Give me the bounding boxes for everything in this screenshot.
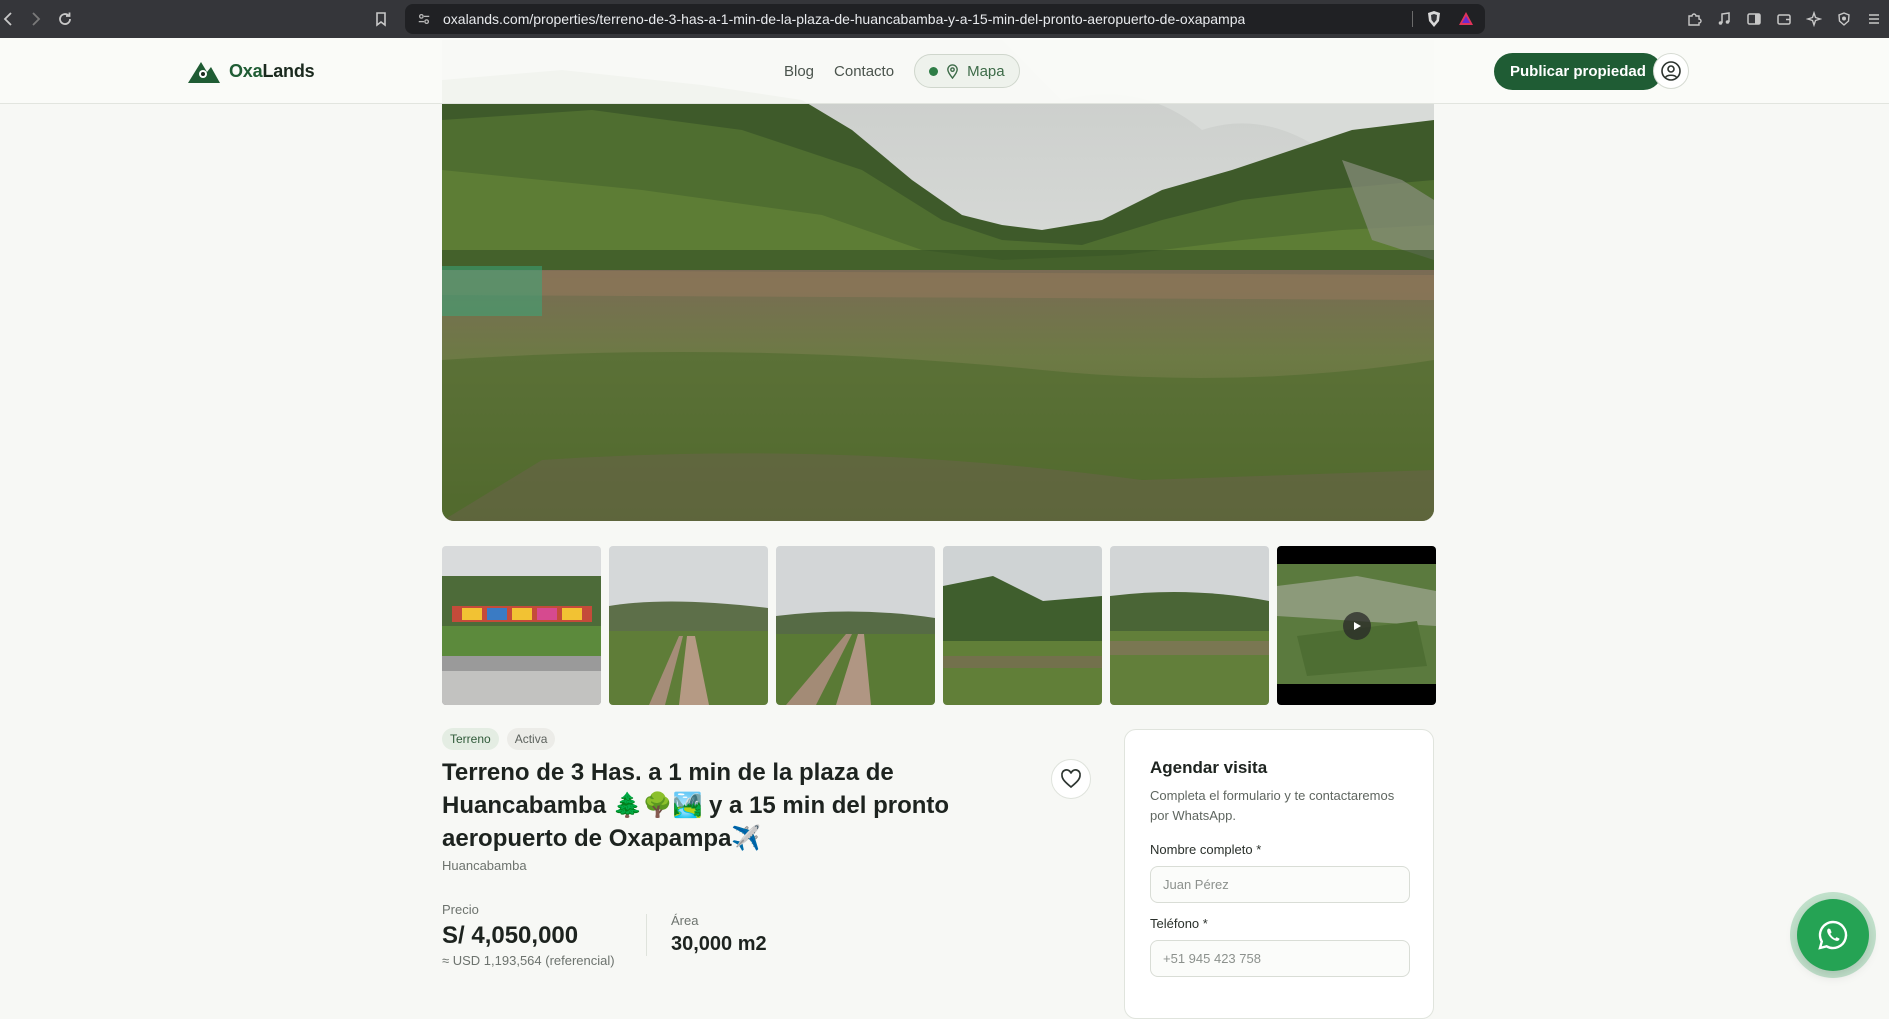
name-field-label: Nombre completo *: [1150, 842, 1262, 857]
phone-field-label: Teléfono *: [1150, 916, 1208, 931]
mountain-logo-icon: [188, 62, 220, 83]
brave-rewards-icon[interactable]: [1457, 10, 1475, 28]
heart-icon: [1061, 769, 1081, 789]
account-button[interactable]: [1653, 53, 1689, 89]
price-usd: ≈ USD 1,193,564 (referencial): [442, 953, 615, 968]
main-nav: Blog Contacto Mapa: [784, 54, 1020, 88]
map-button[interactable]: Mapa: [914, 54, 1020, 88]
divider: [646, 914, 647, 956]
address-bar[interactable]: oxalands.com/properties/terreno-de-3-has…: [405, 4, 1485, 34]
property-title: Terreno de 3 Has. a 1 min de la plaza de…: [442, 759, 950, 852]
play-icon[interactable]: [1343, 612, 1371, 640]
visit-form-title: Agendar visita: [1150, 758, 1268, 777]
nav-contact-link[interactable]: Contacto: [834, 63, 894, 80]
thumbnail-video[interactable]: [1277, 546, 1436, 705]
bookmark-icon[interactable]: [366, 4, 396, 34]
hero-photo[interactable]: [442, 40, 1434, 521]
forward-icon[interactable]: [20, 4, 50, 34]
thumbnail-5[interactable]: [1110, 546, 1269, 705]
map-button-label: Mapa: [967, 62, 1005, 80]
extensions-icon[interactable]: [1679, 4, 1709, 34]
site-info-icon[interactable]: [409, 4, 439, 34]
logo-text: OxaLands: [229, 60, 315, 81]
browser-toolbar: oxalands.com/properties/terreno-de-3-has…: [0, 0, 1889, 38]
user-icon: [1661, 61, 1681, 81]
url-text[interactable]: oxalands.com/properties/terreno-de-3-has…: [443, 11, 1245, 27]
wallet-icon[interactable]: [1769, 4, 1799, 34]
status-badge: Activa: [506, 728, 556, 750]
price-label: Precio: [442, 902, 479, 917]
thumbnail-strip: [442, 546, 1436, 705]
logo[interactable]: OxaLands: [187, 58, 315, 84]
site-header: OxaLands Blog Contacto Mapa Publicar pro…: [0, 38, 1889, 104]
type-badge: Terreno: [442, 728, 499, 750]
price-value: S/ 4,050,000: [442, 922, 579, 949]
whatsapp-icon: [1818, 920, 1848, 950]
sidebar-icon[interactable]: [1739, 4, 1769, 34]
status-dot: [929, 66, 939, 76]
thumbnail-2[interactable]: [609, 546, 768, 705]
area-value: 30,000 m2: [671, 933, 767, 955]
favorite-button[interactable]: [1051, 759, 1091, 799]
area-label: Área: [671, 913, 699, 928]
map-pin-icon: [947, 63, 958, 79]
reload-icon[interactable]: [50, 4, 80, 34]
menu-icon[interactable]: [1859, 4, 1889, 34]
whatsapp-button[interactable]: [1797, 899, 1869, 971]
leo-ai-icon[interactable]: [1799, 4, 1829, 34]
publish-property-button[interactable]: Publicar propiedad: [1494, 53, 1662, 90]
divider: [1412, 11, 1413, 27]
visit-form-card: Agendar visita Completa el formulario y …: [1124, 729, 1434, 1019]
brave-shields-icon[interactable]: [1425, 10, 1443, 28]
thumbnail-4[interactable]: [943, 546, 1102, 705]
media-icon[interactable]: [1709, 4, 1739, 34]
name-input[interactable]: [1150, 866, 1410, 903]
property-location: Huancabamba: [442, 858, 527, 873]
thumbnail-1[interactable]: [442, 546, 601, 705]
nav-blog-link[interactable]: Blog: [784, 63, 814, 80]
property-badges: Terreno Activa: [442, 728, 556, 750]
thumbnail-3[interactable]: [776, 546, 935, 705]
phone-input[interactable]: [1150, 940, 1410, 977]
vpn-icon[interactable]: [1829, 4, 1859, 34]
visit-form-description: Completa el formulario y te contactaremo…: [1150, 788, 1395, 823]
